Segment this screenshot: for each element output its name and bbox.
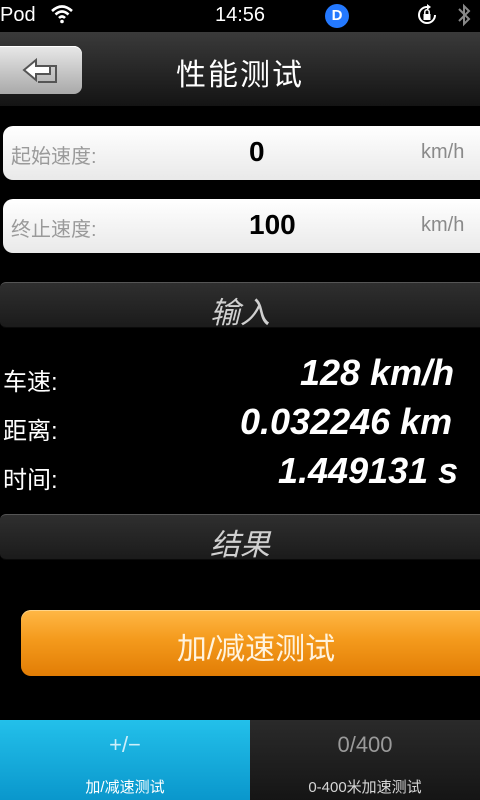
plus-minus-icon: +/−: [109, 732, 141, 757]
page-title: 性能测试: [176, 59, 304, 92]
result-row-time: 时间: 1.449131 s: [0, 448, 480, 498]
start-speed-label: 起始速度:: [11, 146, 97, 168]
rotation-lock-icon: [418, 4, 436, 24]
tab-accel-decel[interactable]: +/− 加/减速测试: [0, 720, 250, 800]
start-speed-unit: km/h: [421, 141, 465, 163]
zero-400-icon: 0/400: [337, 732, 393, 757]
result-section-header: 结果: [0, 514, 480, 562]
clock: 14:56: [214, 4, 266, 26]
distance-label: 距离:: [3, 418, 58, 445]
accel-test-button[interactable]: 加/减速测试: [21, 610, 480, 676]
distance-value: 0.032246 km: [240, 401, 453, 442]
bluetooth-icon: [458, 3, 471, 27]
speed-label: 车速:: [3, 369, 58, 396]
d-badge-icon: D: [325, 4, 349, 28]
end-speed-field[interactable]: 终止速度: 100 km/h: [3, 199, 480, 253]
tab-0-400-label: 0-400米加速测试: [308, 779, 422, 796]
result-row-distance: 距离: 0.032246 km: [0, 399, 480, 449]
result-section-label: 结果: [210, 529, 270, 562]
end-speed-unit: km/h: [421, 214, 465, 236]
speed-value: 128 km/h: [300, 352, 455, 393]
start-speed-input[interactable]: 0: [249, 136, 265, 168]
status-bar: Pod 14:56 D: [0, 0, 480, 32]
result-row-speed: 车速: 128 km/h: [0, 350, 480, 400]
accel-test-button-label: 加/减速测试: [176, 633, 336, 666]
time-label: 时间:: [3, 467, 58, 494]
input-section-label: 输入: [210, 297, 270, 330]
tab-accel-decel-label: 加/减速测试: [85, 779, 165, 796]
start-speed-field[interactable]: 起始速度: 0 km/h: [3, 126, 480, 180]
time-value: 1.449131 s: [278, 450, 459, 491]
tab-bar: +/− 加/减速测试 0/400 0-400米加速测试: [0, 720, 480, 800]
nav-bar: 性能测试: [0, 32, 480, 107]
end-speed-label: 终止速度:: [11, 219, 97, 241]
tab-0-400[interactable]: 0/400 0-400米加速测试: [250, 720, 480, 800]
input-section-header: 输入: [0, 282, 480, 330]
end-speed-input[interactable]: 100: [249, 209, 296, 241]
